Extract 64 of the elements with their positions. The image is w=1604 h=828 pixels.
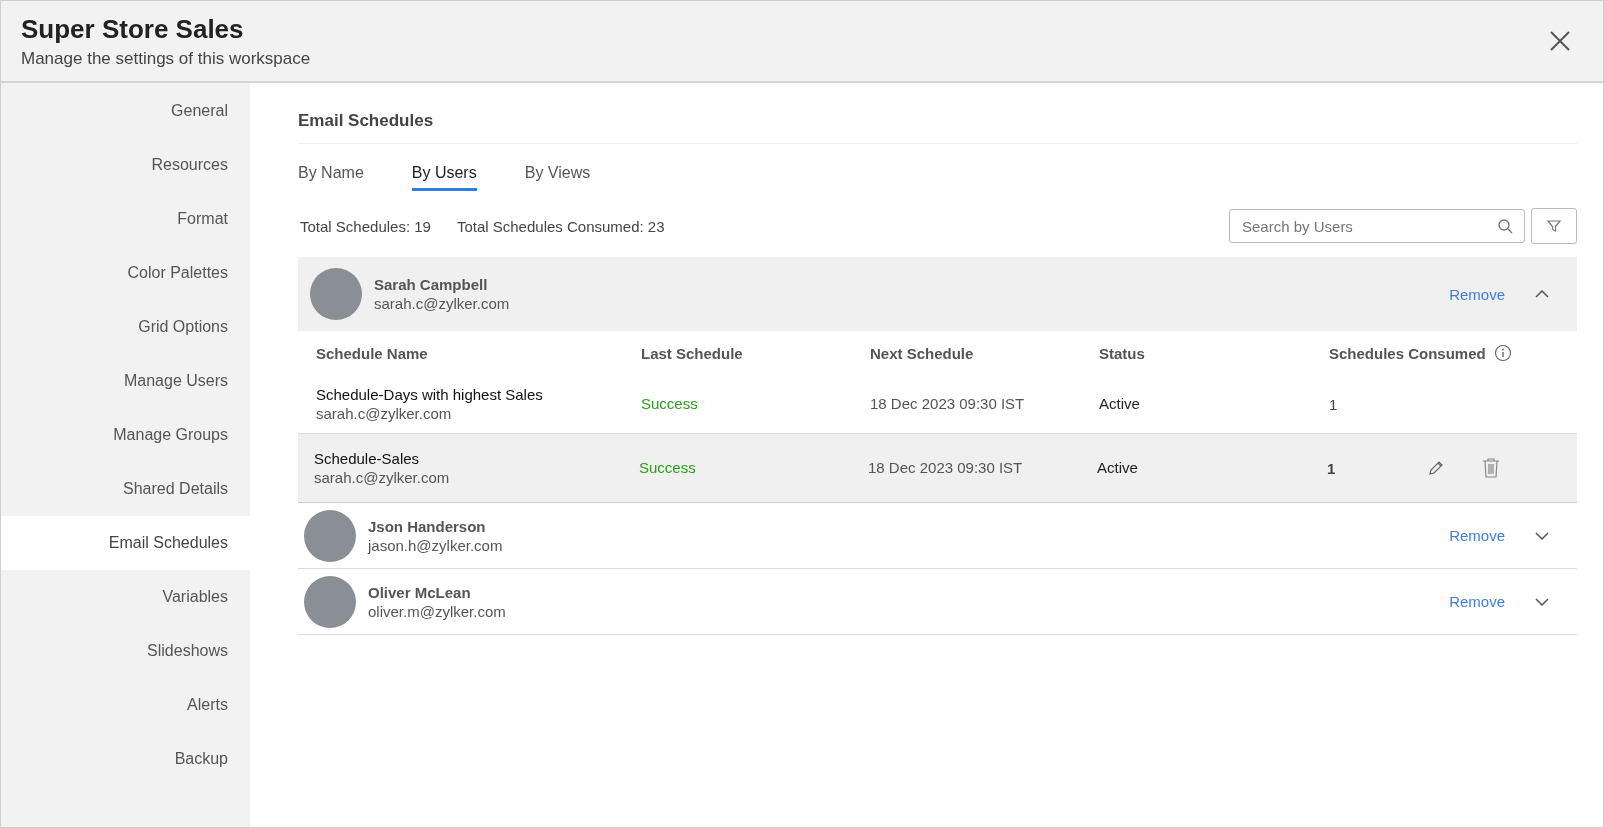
sidebar-item[interactable]: Grid Options <box>1 300 250 354</box>
user-email: sarah.c@zylker.com <box>374 295 511 312</box>
user-name: Sarah Campbell <box>374 276 489 293</box>
schedule-status: Active <box>1097 459 1138 476</box>
schedules-consumed: 1 <box>1327 459 1337 477</box>
search-field[interactable]: Search by Users <box>1229 209 1525 243</box>
remove-link[interactable]: Remove <box>1449 593 1505 610</box>
photo-placeholder <box>304 509 356 562</box>
tab[interactable]: By Views <box>524 158 591 191</box>
sidebar-item[interactable]: Color Palettes <box>1 246 250 300</box>
user-email: oliver.m@zylker.com <box>368 602 507 620</box>
total-count: Total Schedules Consumed: 23 <box>455 217 665 235</box>
remove-link[interactable]: Remove <box>1449 527 1505 544</box>
user-row[interactable]: Oliver McLean oliver.m@zylker.com Remove <box>298 569 1577 635</box>
info-icon <box>1493 344 1512 362</box>
user-name: Oliver McLean <box>368 583 472 601</box>
next-schedule: 18 Dec 2023 09:30 IST <box>868 459 1023 476</box>
tab[interactable]: By Users <box>411 158 477 191</box>
next-schedule: 18 Dec 2023 09:30 IST <box>870 395 1025 412</box>
column-header: Schedule Name <box>316 344 428 362</box>
edit-icon[interactable] <box>1427 459 1445 477</box>
window-title: Super Store Sales <box>21 13 245 45</box>
user-name: Json Handerson <box>368 517 487 535</box>
remove-link[interactable]: Remove <box>1449 285 1505 303</box>
photo-placeholder <box>304 575 356 628</box>
schedule-name: Schedule-Days with highest Sales <box>316 386 544 403</box>
photo-placeholder <box>310 268 362 320</box>
schedule-email: sarah.c@zylker.com <box>316 405 453 422</box>
search-icon <box>1497 218 1513 234</box>
user-row[interactable]: Sarah Campbell sarah.c@zylker.com Remove <box>298 257 1577 331</box>
sidebar-item[interactable]: Variables <box>1 570 250 624</box>
window-subtitle: Manage the settings of this workspace <box>21 48 312 69</box>
tab[interactable]: By Name <box>298 158 364 191</box>
delete-icon[interactable] <box>1481 457 1501 479</box>
sidebar-item[interactable]: Manage Groups <box>1 408 250 462</box>
schedule-name: Schedule-Sales <box>314 450 421 467</box>
last-schedule-status: Success <box>641 395 698 412</box>
schedules-consumed: 1 <box>1329 395 1339 413</box>
sidebar-item[interactable]: Resources <box>1 138 250 192</box>
column-header: Last Schedule <box>641 344 743 362</box>
user-row[interactable]: Json Handerson jason.h@zylker.com Remove <box>298 503 1577 569</box>
sidebar-item[interactable]: Slideshows <box>1 624 250 678</box>
chevron-down-icon[interactable] <box>1535 531 1549 540</box>
sidebar-item[interactable]: Shared Details <box>1 462 250 516</box>
sidebar-item[interactable]: General <box>1 84 250 138</box>
chevron-down-icon[interactable] <box>1535 597 1549 606</box>
filter-icon <box>1546 218 1562 234</box>
column-header: Next Schedule <box>870 344 974 362</box>
sidebar-item[interactable]: Backup <box>1 732 250 786</box>
chevron-up-icon[interactable] <box>1535 290 1549 298</box>
section-title: Email Schedules <box>298 111 1577 144</box>
user-email: jason.h@zylker.com <box>368 536 504 554</box>
schedule-email: sarah.c@zylker.com <box>314 469 451 486</box>
sidebar-item[interactable]: Format <box>1 192 250 246</box>
column-header: Status <box>1099 344 1145 362</box>
sidebar-item[interactable]: Email Schedules <box>1 516 250 570</box>
schedule-status: Active <box>1099 395 1140 412</box>
schedule-row[interactable]: Schedule-Sales sarah.c@zylker.com Success 18 Dec 2023 09:30 IST Active 1 <box>298 434 1577 503</box>
total-count: Total Schedules: 19 <box>299 217 431 235</box>
column-header: Schedules Consumed <box>1329 344 1486 362</box>
close-icon[interactable] <box>1549 30 1571 52</box>
sidebar-item[interactable]: Alerts <box>1 678 250 732</box>
last-schedule-status: Success <box>639 459 696 476</box>
sidebar-item[interactable]: Manage Users <box>1 354 250 408</box>
